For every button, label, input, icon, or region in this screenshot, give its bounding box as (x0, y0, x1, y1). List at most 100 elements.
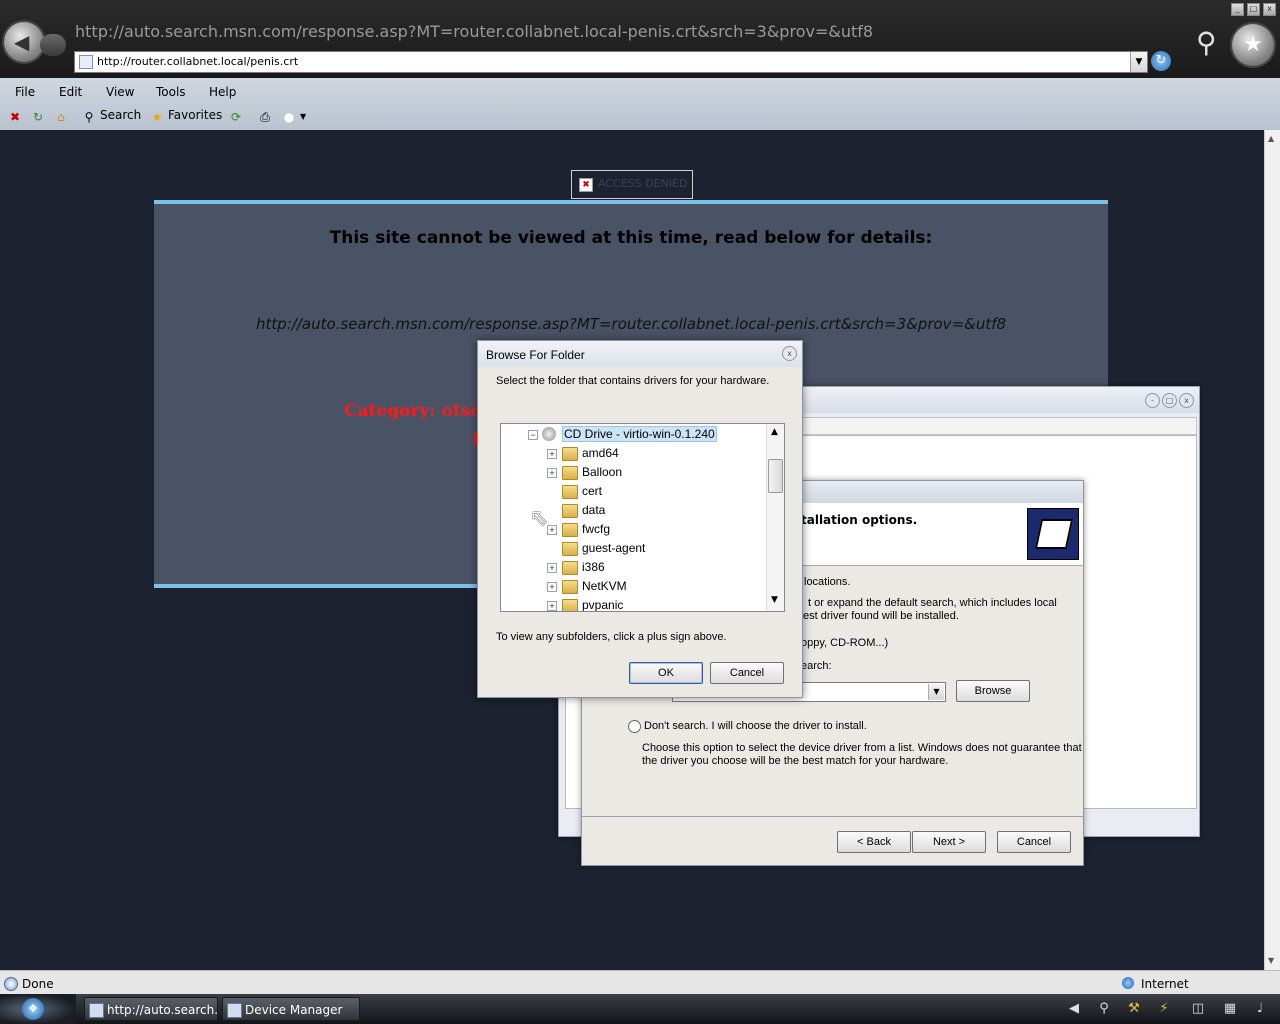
favorites-star-button[interactable]: ★ (1232, 24, 1274, 66)
close-button[interactable]: x (782, 346, 797, 361)
scroll-down-icon[interactable]: ▼ (771, 595, 778, 605)
expand-icon[interactable]: + (547, 601, 557, 611)
menu-tools[interactable]: Tools (156, 85, 186, 99)
menu-edit[interactable]: Edit (59, 85, 82, 99)
folder-icon (562, 466, 578, 480)
back-button[interactable]: ◀ (4, 22, 44, 62)
tree-root-item[interactable]: − CD Drive - virtio-win-0.1.240 (501, 426, 767, 444)
speech-bubble-icon: ● (283, 110, 295, 124)
tree-folder-item[interactable]: + amd64 (501, 445, 767, 463)
close-button[interactable]: x (1179, 393, 1194, 408)
choose-text-2: the driver you choose will be the best m… (642, 755, 949, 767)
taskbar-item-device-manager[interactable]: Device Manager (222, 997, 360, 1021)
access-denied-image: ✖ ACCESS DENIED (571, 170, 693, 199)
expand-icon[interactable]: + (547, 468, 557, 478)
menu-bar: File Edit View Tools Help ✖ ↻ ⌂ ⚲ Search … (0, 78, 1280, 131)
chevron-down-icon: ▼ (300, 112, 307, 121)
tray-chevron-icon[interactable]: ◀ (1066, 1001, 1082, 1017)
tree-folder-item[interactable]: + NetKVM (501, 578, 767, 596)
print-icon: ⎙ (260, 110, 270, 124)
scroll-up-icon[interactable]: ▲ (1268, 134, 1274, 143)
taskbar: ❖ http://auto.search.... Device Manager … (0, 994, 1280, 1024)
option-expand-text: t or expand the default search, which in… (808, 597, 1057, 609)
start-button[interactable]: ❖ (0, 994, 76, 1024)
tree-folder-label: cert (582, 484, 603, 498)
print-button[interactable]: ⎙ (258, 108, 276, 124)
tray-lightning-icon[interactable]: ⚡ (1156, 1001, 1172, 1017)
tray-tool-icon[interactable]: ⚒ (1126, 1001, 1142, 1017)
menu-help[interactable]: Help (209, 85, 236, 99)
block-heading: This site cannot be viewed at this time,… (329, 228, 933, 248)
tray-volume-icon[interactable]: ♩ (1252, 1001, 1268, 1017)
maximize-button[interactable]: □ (1162, 393, 1177, 408)
taskbar-item-label: Device Manager (245, 1003, 343, 1017)
tree-folder-item[interactable]: + pvpanic (501, 597, 767, 611)
expand-icon[interactable]: + (547, 563, 557, 573)
folder-icon (562, 542, 578, 556)
scroll-down-icon[interactable]: ▼ (1268, 956, 1274, 965)
refresh-button[interactable]: ↻ (31, 108, 49, 124)
tree-folder-item[interactable]: cert (501, 483, 767, 501)
tray-search-icon[interactable]: ⚲ (1096, 1001, 1112, 1017)
expand-icon[interactable]: + (547, 449, 557, 459)
minimize-button[interactable]: _ (1231, 3, 1244, 16)
hardware-icon (1027, 508, 1079, 560)
tree-folder-label: guest-agent (582, 541, 646, 555)
page-icon (79, 55, 93, 69)
tray-display-icon[interactable]: ▦ (1222, 1001, 1238, 1017)
messenger-button[interactable]: ● ▼ (282, 108, 306, 124)
tree-root-label: CD Drive - virtio-win-0.1.240 (562, 426, 717, 442)
next-button[interactable]: Next > (912, 831, 986, 853)
history-button[interactable]: ⟳ (229, 108, 247, 124)
favorites-label: Favorites (168, 108, 223, 122)
page-scrollbar[interactable]: ▲ ▼ (1264, 130, 1280, 970)
home-button[interactable]: ⌂ (54, 108, 72, 124)
blocked-url: http://auto.search.msn.com/response.asp?… (255, 315, 1007, 333)
search-button[interactable]: ⚲ Search (82, 108, 142, 124)
taskbar-item-browser[interactable]: http://auto.search.... (84, 997, 218, 1021)
chevron-down-icon[interactable]: ▼ (1130, 52, 1147, 72)
search-icon: ⚲ (84, 110, 94, 124)
collapse-icon[interactable]: − (528, 430, 538, 440)
scroll-up-icon[interactable]: ▲ (771, 427, 778, 437)
cancel-button[interactable]: Cancel (710, 662, 784, 684)
tree-folder-item[interactable]: + Balloon (501, 464, 767, 482)
arrow-left-icon: ◀ (14, 30, 30, 54)
tree-scrollbar[interactable]: ▲ ▼ (766, 424, 784, 611)
minimize-button[interactable]: - (1145, 393, 1160, 408)
tree-folder-item[interactable]: guest-agent (501, 540, 767, 558)
dialog-hint: To view any subfolders, click a plus sig… (496, 631, 727, 643)
address-text[interactable]: http://router.collabnet.local/penis.crt (97, 55, 298, 68)
tree-folder-label: i386 (582, 560, 605, 574)
windows-logo-icon: ❖ (22, 998, 44, 1020)
forward-button[interactable] (40, 34, 66, 56)
tray-network-icon[interactable]: ◫ (1190, 1001, 1206, 1017)
menu-view[interactable]: View (106, 85, 134, 99)
status-text: Done (22, 977, 54, 991)
menu-file[interactable]: File (15, 85, 35, 99)
favorites-button[interactable]: ★ Favorites (150, 108, 223, 124)
expand-icon[interactable]: + (547, 582, 557, 592)
back-button[interactable]: < Back (837, 831, 911, 853)
browse-button[interactable]: Browse (956, 680, 1030, 702)
search-icon[interactable]: ⚲ (1196, 26, 1230, 60)
chevron-down-icon[interactable]: ▼ (928, 684, 944, 700)
refresh-icon[interactable]: ↻ (1151, 51, 1171, 71)
divider (582, 816, 1083, 817)
ok-button[interactable]: OK (629, 662, 703, 684)
maximize-button[interactable]: □ (1247, 3, 1260, 16)
close-button[interactable]: x (1263, 3, 1276, 16)
window-title: http://auto.search.msn.com/response.asp?… (75, 22, 874, 41)
stop-button[interactable]: ✖ (8, 108, 26, 124)
tree-folder-item[interactable]: + i386 (501, 559, 767, 577)
address-bar[interactable]: http://router.collabnet.local/penis.crt … (74, 51, 1148, 73)
scroll-thumb[interactable] (768, 459, 783, 493)
dont-search-radio[interactable] (628, 720, 641, 733)
tree-folder-label: Balloon (582, 465, 623, 479)
image-alt-text: ACCESS DENIED (598, 177, 688, 190)
cancel-button[interactable]: Cancel (997, 831, 1071, 853)
expand-icon[interactable]: + (547, 525, 557, 535)
dont-search-label: Don't search. I will choose the driver t… (644, 720, 867, 732)
mouse-cursor-icon: ⬁ (530, 506, 549, 531)
choose-text-1: Choose this option to select the device … (642, 742, 1082, 754)
